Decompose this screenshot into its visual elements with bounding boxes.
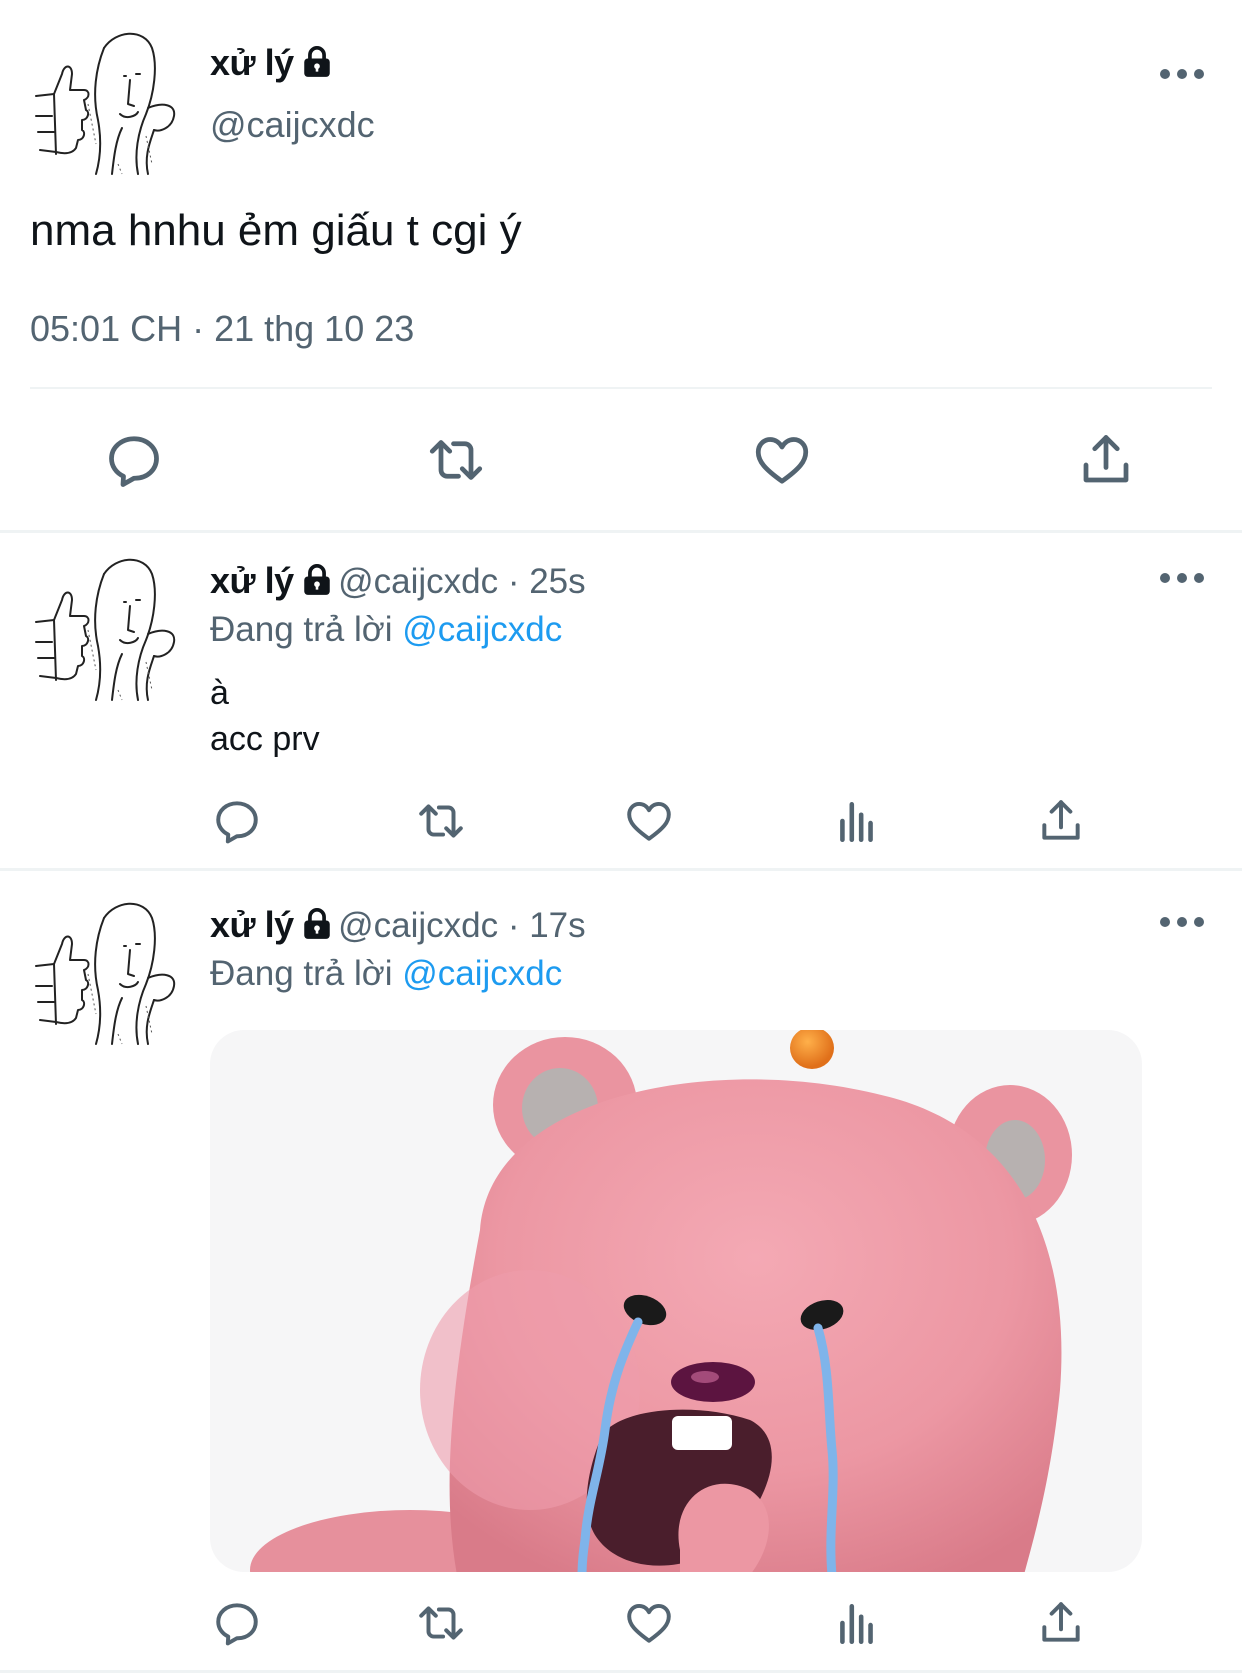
views-icon[interactable]: [832, 1598, 882, 1648]
replying-prefix: Đang trả lời: [210, 610, 393, 649]
reply-header: xử lý @caijcxdc · 17s: [210, 904, 586, 946]
tweet-text: à acc prv: [210, 670, 320, 762]
tweet-timestamp[interactable]: 05:01 CH · 21 thg 10 23: [30, 308, 414, 350]
tweet-age[interactable]: 25s: [529, 562, 585, 601]
reply-icon[interactable]: [212, 1598, 262, 1648]
avatar-image: [26, 550, 186, 710]
section-divider: [0, 530, 1242, 533]
retweet-icon[interactable]: [416, 1598, 466, 1648]
handle[interactable]: @caijcxdc: [210, 104, 375, 146]
section-divider: [0, 868, 1242, 871]
reply-icon[interactable]: [104, 430, 164, 490]
more-icon[interactable]: [1160, 64, 1204, 84]
display-name-text: xử lý: [210, 42, 294, 83]
avatar[interactable]: [26, 24, 186, 184]
separator-dot: ·: [498, 562, 530, 601]
more-icon[interactable]: [1160, 912, 1204, 932]
lock-icon: [300, 563, 334, 597]
divider: [30, 387, 1212, 389]
separator-dot: ·: [182, 308, 215, 349]
display-name[interactable]: xử lý: [210, 42, 334, 84]
text-line: à: [210, 674, 229, 712]
share-icon[interactable]: [1076, 430, 1136, 490]
avatar[interactable]: [26, 894, 186, 1054]
like-icon[interactable]: [624, 796, 674, 846]
mention-link[interactable]: @caijcxdc: [402, 954, 562, 993]
retweet-icon[interactable]: [426, 430, 486, 490]
share-icon[interactable]: [1036, 796, 1086, 846]
reply-icon[interactable]: [212, 796, 262, 846]
crying-beaver-image: [250, 1030, 1072, 1572]
tweet-media[interactable]: [210, 1030, 1142, 1572]
avatar-image: [26, 24, 186, 184]
lock-icon: [300, 907, 334, 941]
more-icon[interactable]: [1160, 568, 1204, 588]
tweet-text: nma hnhu ẻm giấu t cgi ý: [30, 206, 522, 255]
section-divider: [0, 1670, 1242, 1673]
like-icon[interactable]: [624, 1598, 674, 1648]
mention-link[interactable]: @caijcxdc: [402, 610, 562, 649]
reply-header: xử lý @caijcxdc · 25s: [210, 560, 586, 602]
views-icon[interactable]: [832, 796, 882, 846]
replying-to: Đang trả lời @caijcxdc: [210, 954, 562, 994]
tweet-age[interactable]: 17s: [529, 906, 585, 945]
retweet-icon[interactable]: [416, 796, 466, 846]
avatar[interactable]: [26, 550, 186, 710]
display-name[interactable]: xử lý: [210, 904, 294, 945]
replying-to: Đang trả lời @caijcxdc: [210, 610, 562, 650]
handle[interactable]: @caijcxdc: [338, 562, 498, 601]
display-name[interactable]: xử lý: [210, 560, 294, 601]
like-icon[interactable]: [752, 430, 812, 490]
lock-icon: [300, 45, 334, 79]
handle[interactable]: @caijcxdc: [338, 906, 498, 945]
separator-dot: ·: [498, 906, 530, 945]
text-line: acc prv: [210, 720, 320, 758]
replying-prefix: Đang trả lời: [210, 954, 393, 993]
share-icon[interactable]: [1036, 1598, 1086, 1648]
avatar-image: [26, 894, 186, 1054]
tweet-time: 05:01 CH: [30, 308, 183, 349]
tweet-date: 21 thg 10 23: [214, 308, 415, 349]
